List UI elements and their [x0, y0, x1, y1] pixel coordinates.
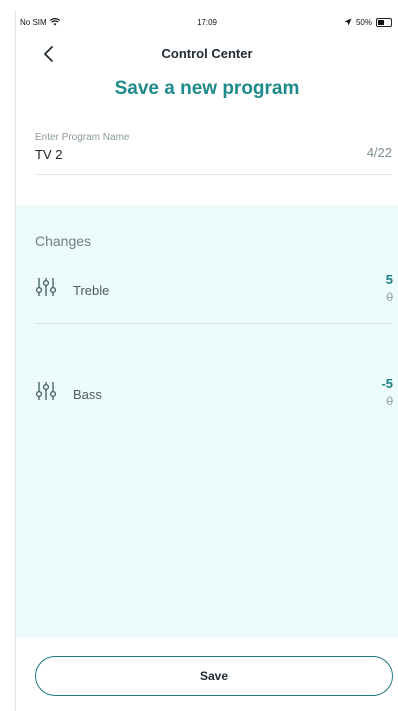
change-label: Treble: [73, 283, 110, 298]
equalizer-sliders-icon: [35, 278, 57, 296]
status-time: 17:09: [196, 17, 218, 27]
app-screen: No SIM 17:09 50% Control Center Save a n…: [0, 0, 398, 711]
save-button[interactable]: Save: [35, 656, 393, 696]
changes-panel: Changes Treble 5 0 Bass -5 0: [16, 205, 398, 637]
equalizer-sliders-icon: [35, 382, 57, 400]
program-name-field[interactable]: Enter Program Name TV 2 4/22: [35, 128, 392, 175]
page-heading: Save a new program: [114, 78, 300, 99]
old-value: 0: [386, 290, 393, 304]
change-row-bass: Bass -5 0: [35, 373, 393, 413]
change-row-treble: Treble 5 0: [35, 269, 393, 309]
changes-title: Changes: [35, 233, 92, 249]
row-divider: [35, 323, 393, 324]
location-arrow-icon: [344, 18, 352, 26]
change-label: Bass: [73, 387, 102, 402]
character-counter: 4/22: [366, 145, 392, 160]
battery-percent: 50%: [355, 17, 372, 27]
battery-level: [378, 19, 384, 25]
battery-icon: [376, 17, 392, 27]
program-name-label: Enter Program Name: [35, 132, 130, 143]
nav-bar: Control Center: [16, 40, 398, 70]
status-bar: No SIM 17:09 50%: [16, 14, 398, 30]
footer: Save: [16, 637, 398, 711]
new-value: 5: [385, 272, 393, 287]
status-right: 50%: [344, 17, 392, 27]
new-value: -5: [381, 376, 393, 391]
nav-title: Control Center: [161, 46, 253, 61]
program-name-input[interactable]: TV 2: [35, 147, 62, 162]
old-value: 0: [386, 394, 393, 408]
